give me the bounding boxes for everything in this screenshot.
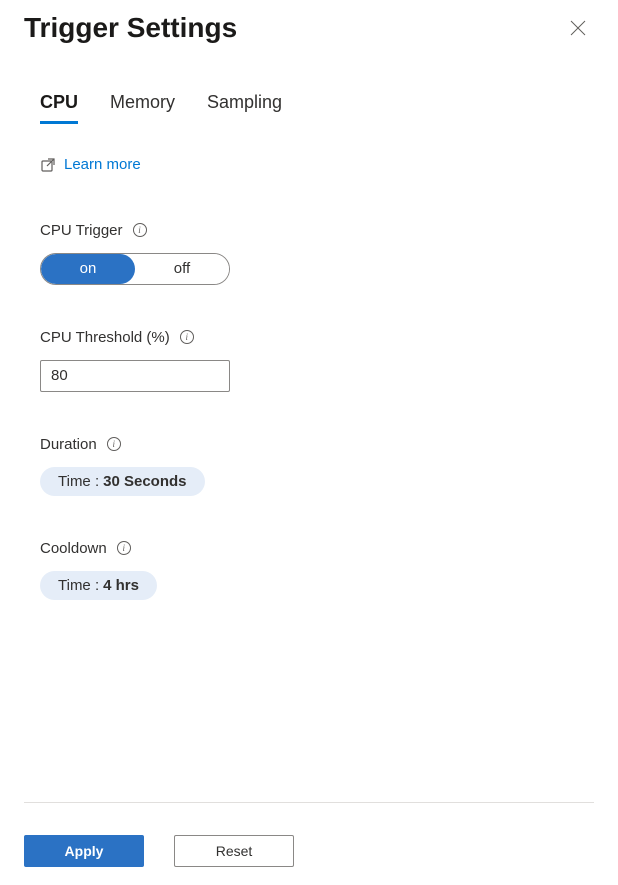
cpu-threshold-input[interactable] — [40, 360, 230, 392]
apply-button[interactable]: Apply — [24, 835, 144, 867]
tab-sampling[interactable]: Sampling — [207, 92, 282, 124]
info-icon[interactable]: i — [180, 330, 194, 344]
tab-cpu[interactable]: CPU — [40, 92, 78, 124]
tab-bar: CPU Memory Sampling — [0, 92, 618, 124]
footer-divider — [24, 802, 594, 803]
cpu-trigger-label: CPU Trigger — [40, 222, 123, 239]
cpu-threshold-label: CPU Threshold (%) — [40, 329, 170, 346]
close-icon — [570, 20, 586, 36]
cpu-trigger-toggle[interactable]: on off — [40, 253, 230, 285]
page-title: Trigger Settings — [24, 12, 237, 44]
learn-more-label: Learn more — [64, 156, 141, 173]
info-icon[interactable]: i — [107, 437, 121, 451]
duration-pill[interactable]: Time : 30 Seconds — [40, 467, 205, 496]
tab-memory[interactable]: Memory — [110, 92, 175, 124]
duration-value: 30 Seconds — [103, 473, 186, 490]
close-button[interactable] — [562, 12, 594, 44]
external-link-icon — [40, 157, 56, 173]
info-icon[interactable]: i — [117, 541, 131, 555]
reset-button[interactable]: Reset — [174, 835, 294, 867]
cooldown-pill[interactable]: Time : 4 hrs — [40, 571, 157, 600]
cpu-trigger-toggle-on[interactable]: on — [41, 254, 135, 284]
cooldown-value: 4 hrs — [103, 577, 139, 594]
cooldown-label: Cooldown — [40, 540, 107, 557]
cooldown-prefix: Time : — [58, 577, 99, 594]
info-icon[interactable]: i — [133, 223, 147, 237]
learn-more-link[interactable]: Learn more — [40, 156, 141, 173]
duration-label: Duration — [40, 436, 97, 453]
duration-prefix: Time : — [58, 473, 99, 490]
cpu-trigger-toggle-off[interactable]: off — [135, 254, 229, 284]
